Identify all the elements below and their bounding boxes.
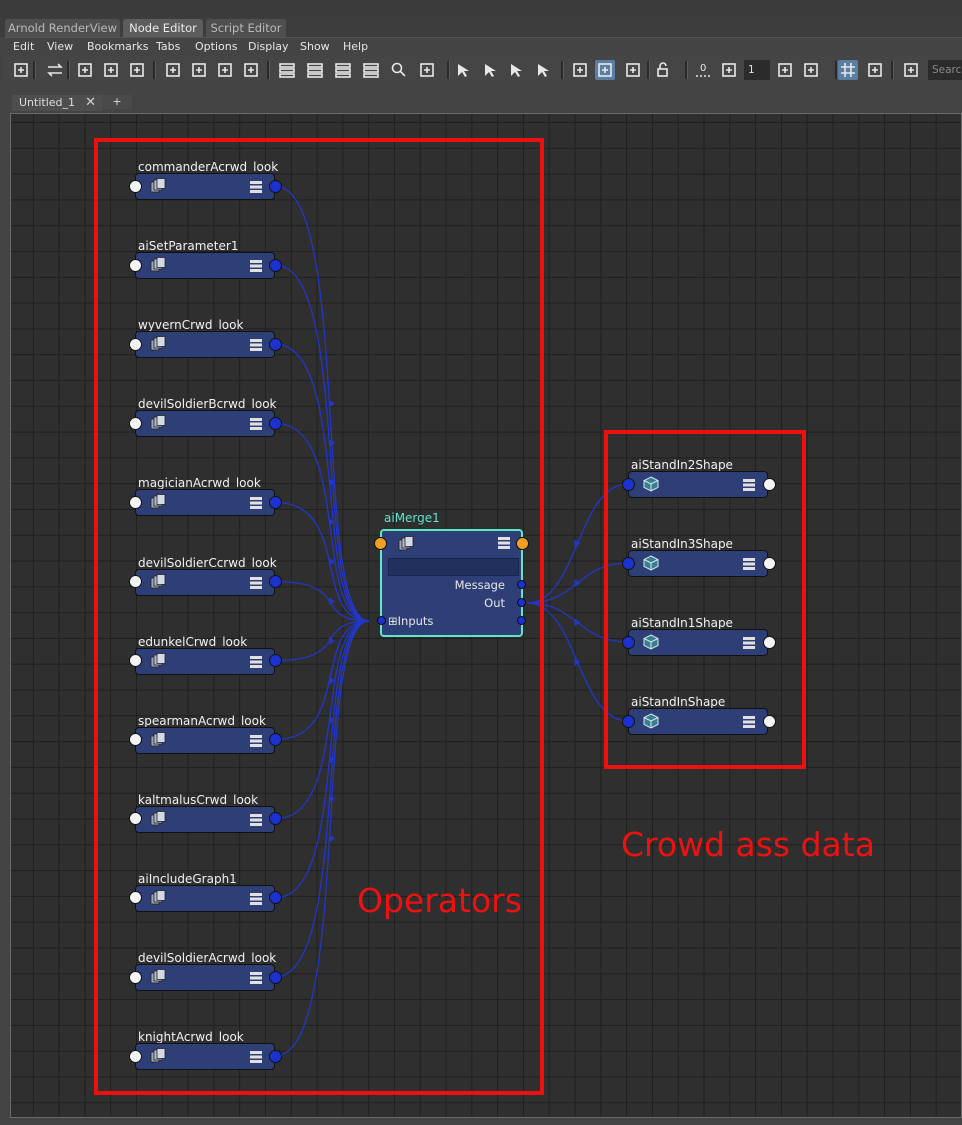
graph-remove-icon[interactable] bbox=[481, 60, 501, 80]
toolbar-separator bbox=[267, 61, 270, 79]
grid-icon[interactable] bbox=[838, 60, 858, 80]
document-tab-bar: Untitled_1 ✕ + bbox=[5, 93, 962, 111]
frame-all-icon[interactable] bbox=[163, 60, 183, 80]
filter-icon[interactable] bbox=[570, 60, 590, 80]
custom-mode-icon[interactable] bbox=[361, 60, 381, 80]
menu-tabs[interactable]: Tabs bbox=[156, 39, 180, 55]
layout-icon[interactable] bbox=[215, 60, 235, 80]
toolbar-separator bbox=[891, 61, 894, 79]
tab-script-editor[interactable]: Script Editor bbox=[206, 19, 286, 37]
tab-node-editor[interactable]: Node Editor bbox=[123, 19, 203, 37]
step-field[interactable]: 1 bbox=[744, 60, 770, 80]
menu-bookmarks[interactable]: Bookmarks bbox=[87, 39, 148, 55]
shading-icon[interactable] bbox=[623, 60, 643, 80]
menu-bar: Edit View Bookmarks Tabs Options Display… bbox=[5, 37, 962, 56]
output-connections-icon[interactable] bbox=[127, 60, 147, 80]
add-tab-button[interactable]: + bbox=[102, 95, 132, 109]
toolbar-separator bbox=[561, 61, 564, 79]
toolbar-separator bbox=[447, 61, 450, 79]
node-editor-window: { "tabs": [ {"label": "Arnold RenderView… bbox=[0, 0, 962, 1125]
menu-help[interactable]: Help bbox=[343, 39, 368, 55]
menu-edit[interactable]: Edit bbox=[13, 39, 34, 55]
svg-text:0: 0 bbox=[700, 63, 706, 74]
rename-icon[interactable] bbox=[417, 60, 437, 80]
step-icon[interactable] bbox=[719, 60, 739, 80]
menu-display[interactable]: Display bbox=[248, 39, 289, 55]
toolbar-separator bbox=[153, 61, 156, 79]
toolbar: 1 Search 0 bbox=[5, 56, 962, 85]
frame-selected-icon[interactable] bbox=[189, 60, 209, 80]
pin-icon[interactable] bbox=[241, 60, 261, 80]
input-output-connections-icon[interactable] bbox=[101, 60, 121, 80]
zero-icon[interactable]: 0 bbox=[693, 60, 713, 80]
search-icon[interactable] bbox=[389, 60, 409, 80]
chain-icon[interactable] bbox=[801, 60, 821, 80]
title-strip bbox=[0, 0, 962, 17]
snap-icon[interactable] bbox=[865, 60, 885, 80]
tab-arnold-renderview[interactable]: Arnold RenderView bbox=[5, 19, 120, 37]
menu-view[interactable]: View bbox=[47, 39, 73, 55]
close-icon[interactable]: ✕ bbox=[85, 95, 96, 111]
fit-icon[interactable] bbox=[775, 60, 795, 80]
add-selected-icon[interactable] bbox=[11, 60, 31, 80]
graph-selection-icon[interactable] bbox=[454, 60, 474, 80]
swap-icon[interactable] bbox=[45, 60, 65, 80]
select-mode-icon[interactable] bbox=[595, 60, 615, 80]
crowd-data-annotation: Crowd ass data bbox=[621, 825, 875, 864]
simple-mode-icon[interactable] bbox=[277, 60, 297, 80]
operators-annotation: Operators bbox=[357, 881, 522, 920]
tab-untitled-1[interactable]: Untitled_1 ✕ bbox=[12, 95, 102, 111]
graph-upstream-icon[interactable] bbox=[507, 60, 527, 80]
menu-options[interactable]: Options bbox=[195, 39, 237, 55]
operators-highlight-box bbox=[94, 138, 544, 1095]
lock-icon[interactable] bbox=[653, 60, 673, 80]
toolbar-separator bbox=[33, 61, 36, 79]
full-mode-icon[interactable] bbox=[333, 60, 353, 80]
connected-mode-icon[interactable] bbox=[305, 60, 325, 80]
input-connections-icon[interactable] bbox=[75, 60, 95, 80]
frame-icon[interactable] bbox=[901, 60, 921, 80]
toolbar-separator bbox=[67, 61, 70, 79]
menu-show[interactable]: Show bbox=[300, 39, 330, 55]
tab-label: Untitled_1 bbox=[19, 96, 76, 109]
graph-downstream-icon[interactable] bbox=[534, 60, 554, 80]
search-input[interactable]: Search bbox=[928, 60, 962, 80]
toolbar-separator bbox=[647, 61, 650, 79]
crowd-data-highlight-box bbox=[604, 430, 806, 769]
toolbar-separator bbox=[685, 61, 688, 79]
